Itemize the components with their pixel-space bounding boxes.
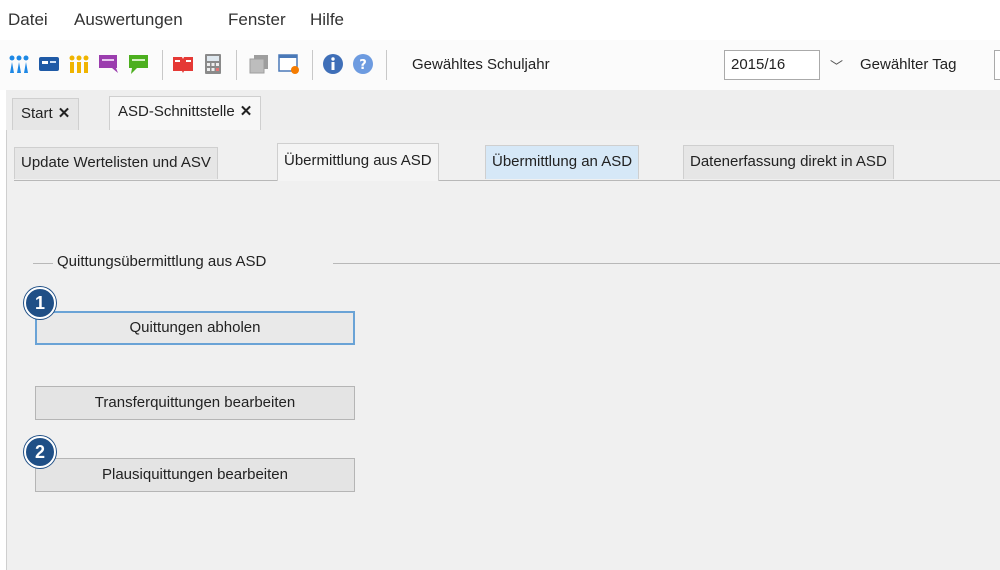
help-icon[interactable]: ? xyxy=(352,53,374,75)
toolbar-separator xyxy=(162,50,163,80)
close-icon[interactable]: ✕ xyxy=(240,103,253,120)
menu-fenster[interactable]: Fenster xyxy=(228,10,286,30)
school-year-label: Gewähltes Schuljahr xyxy=(412,56,550,73)
day-field[interactable] xyxy=(994,50,1000,80)
toolbar-separator xyxy=(386,50,387,80)
group-border xyxy=(33,263,53,264)
chevron-down-icon[interactable]: ﹀ xyxy=(830,56,843,75)
step-badge-2: 2 xyxy=(24,436,56,468)
group-border xyxy=(333,263,1000,264)
menu-auswertungen[interactable]: Auswertungen xyxy=(74,10,183,30)
calculator-icon[interactable] xyxy=(202,53,224,75)
tab-start-label: Start xyxy=(21,105,53,122)
chat-purple-icon[interactable] xyxy=(98,53,120,75)
close-icon[interactable]: ✕ xyxy=(58,105,71,122)
window-icon[interactable] xyxy=(278,53,300,75)
toolbar: ? Gewähltes Schuljahr 2015/16 ﹀ Gewählte… xyxy=(0,40,1000,90)
school-year-select[interactable]: 2015/16 xyxy=(724,50,820,80)
menu-bar: Datei Auswertungen Fenster Hilfe xyxy=(0,0,1000,40)
toolbar-separator xyxy=(236,50,237,80)
tab-divider xyxy=(14,180,1000,181)
book-red-icon[interactable] xyxy=(172,53,194,75)
toolbar-separator xyxy=(312,50,313,80)
tab-start[interactable]: Start ✕ xyxy=(12,98,80,130)
menu-datei[interactable]: Datei xyxy=(8,10,48,30)
tab-asd-schnittstelle[interactable]: ASD-Schnittstelle ✕ xyxy=(109,96,262,130)
quittungen-abholen-button[interactable]: Quittungen abholen xyxy=(35,311,355,345)
plausiquittungen-button[interactable]: Plausiquittungen bearbeiten xyxy=(35,458,355,492)
tab-datenerfassung[interactable]: Datenerfassung direkt in ASD xyxy=(683,145,894,179)
step-badge-1: 1 xyxy=(24,287,56,319)
tab-update-wertelisten[interactable]: Update Wertelisten und ASV xyxy=(14,147,218,179)
tab-uebermittlung-an-asd[interactable]: Übermittlung an ASD xyxy=(485,145,640,179)
chat-green-icon[interactable] xyxy=(128,53,150,75)
svg-text:?: ? xyxy=(359,58,367,73)
tab-uebermittlung-aus-asd[interactable]: Übermittlung aus ASD xyxy=(277,143,439,181)
transferquittungen-button[interactable]: Transferquittungen bearbeiten xyxy=(35,386,355,420)
group-title: Quittungsübermittlung aus ASD xyxy=(57,253,267,270)
info-icon[interactable] xyxy=(322,53,344,75)
tab-asd-label: ASD-Schnittstelle xyxy=(118,103,235,120)
copy-icon[interactable] xyxy=(248,53,270,75)
card-icon[interactable] xyxy=(38,53,60,75)
people-yellow-icon[interactable] xyxy=(68,53,90,75)
outer-tab-content xyxy=(6,130,1000,570)
outer-tab-bar: Start ✕ ASD-Schnittstelle ✕ xyxy=(6,90,1000,130)
people-blue-icon[interactable] xyxy=(8,53,30,75)
menu-hilfe[interactable]: Hilfe xyxy=(310,10,344,30)
day-label: Gewählter Tag xyxy=(860,56,957,73)
